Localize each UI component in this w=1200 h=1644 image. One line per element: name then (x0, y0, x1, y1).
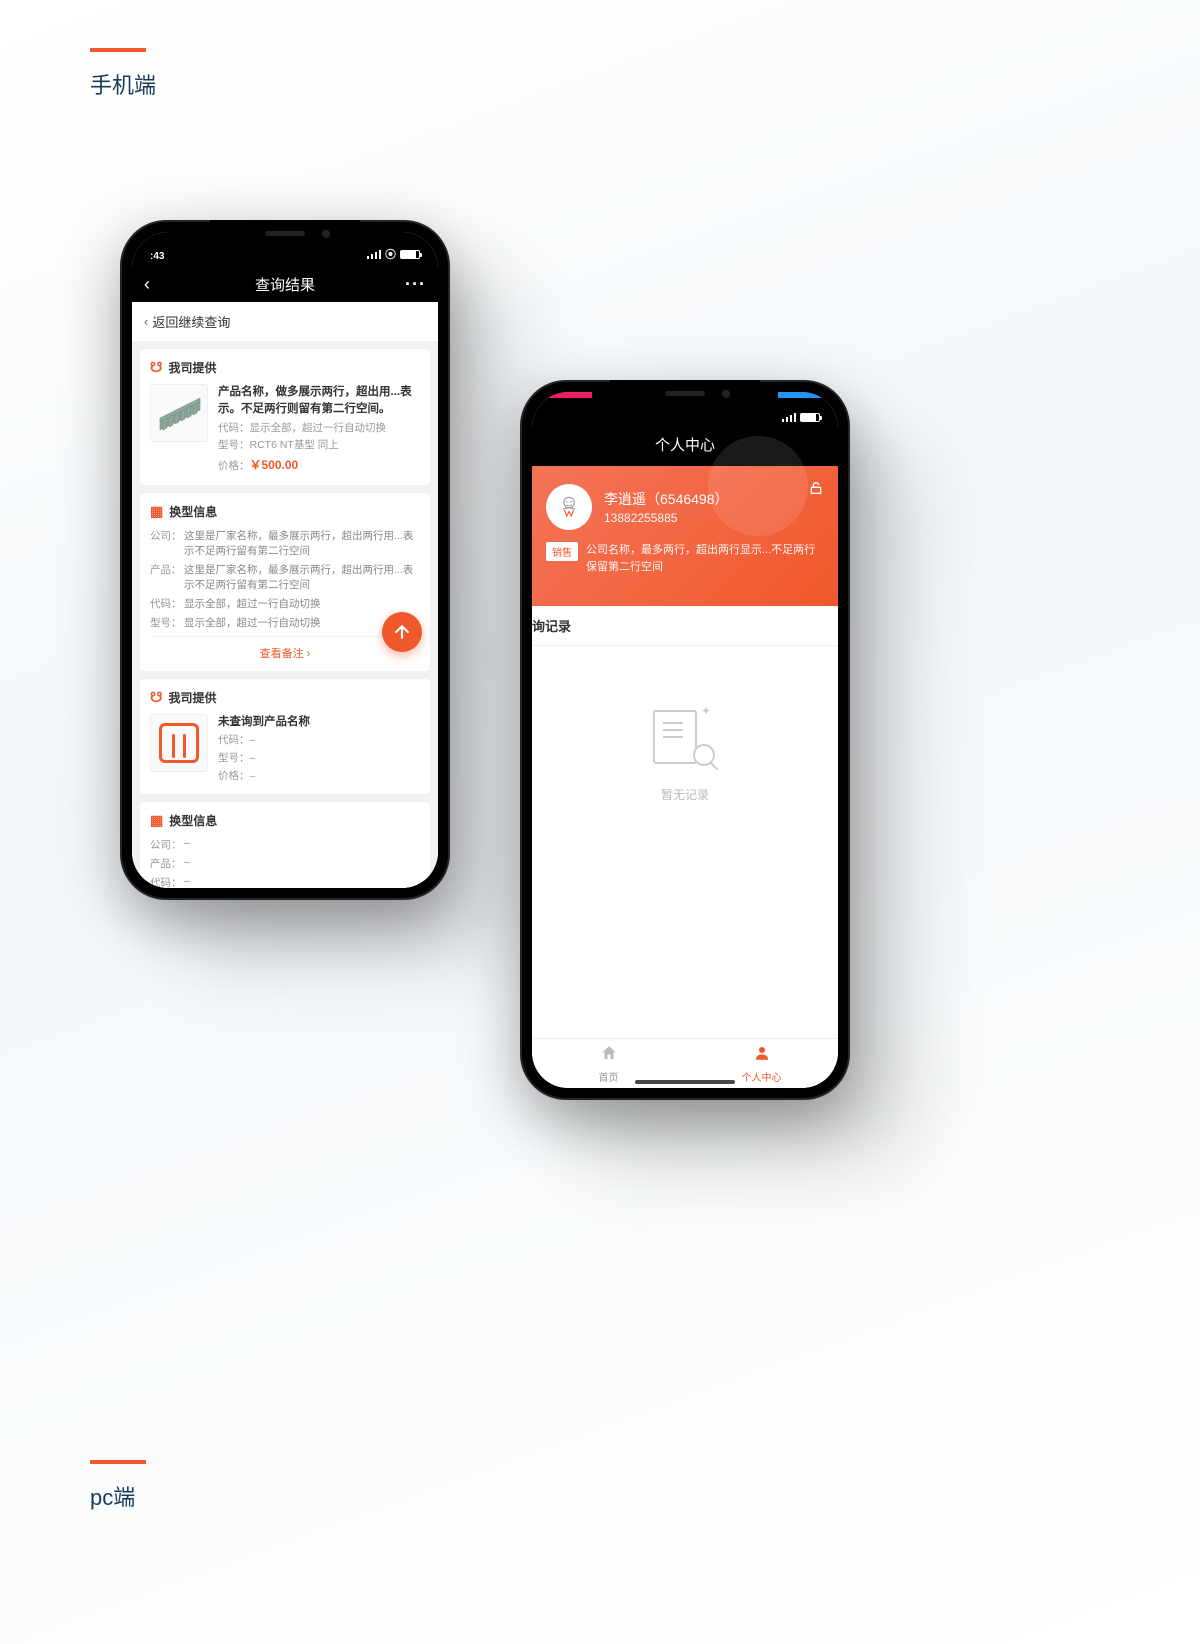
card-header: 我司提供 (168, 689, 216, 706)
page-title: 查询结果 (132, 274, 438, 295)
product-title: 未查询到产品名称 (218, 714, 420, 731)
user-name: 李逍遥（6546498） (604, 489, 824, 509)
person-icon (753, 1044, 771, 1067)
empty-state: ✦ 暂无记录 (532, 646, 838, 863)
back-icon[interactable]: ‹ (144, 274, 150, 295)
section-pc-label: pc端 (90, 1460, 146, 1512)
nav-bar: ‹ 查询结果 ··· (132, 266, 438, 302)
phone-notch (210, 220, 360, 246)
profile-card: 李逍遥（6546498） 13882255885 销售 公司名称，最多两行，超出… (532, 466, 838, 606)
transform-info-card-empty: ▦ 换型信息 公司：– 产品：– 代码：– 型号：– (140, 802, 430, 888)
signal-icon (782, 413, 796, 422)
product-thumbnail-placeholder (150, 714, 208, 772)
card-header: 我司提供 (168, 359, 216, 376)
role-badge: 销售 (546, 542, 578, 561)
section-mobile-label: 手机端 (90, 48, 156, 100)
records-header: 询记录 (532, 606, 838, 646)
status-time: :43 (150, 251, 164, 262)
transform-icon: ▦ (150, 503, 163, 520)
card-header: 换型信息 (169, 503, 217, 520)
user-phone: 13882255885 (604, 511, 824, 525)
scroll-top-button[interactable] (382, 612, 422, 652)
avatar[interactable] (546, 484, 592, 530)
home-icon (600, 1044, 618, 1067)
product-price: ￥500.00 (250, 458, 299, 472)
card-header: 换型信息 (169, 812, 217, 829)
lock-icon[interactable] (808, 480, 824, 499)
product-card: ☋ 我司提供 产品名称，做多展示两行，超出用...表 (140, 349, 430, 485)
signal-icon (367, 250, 381, 259)
provide-icon: ☋ (150, 689, 162, 706)
product-thumbnail[interactable] (150, 384, 208, 442)
chevron-left-icon: ‹ (144, 314, 148, 329)
back-link[interactable]: ‹ 返回继续查询 (132, 302, 438, 341)
phone-mockup-right: 个人中心 李逍遥（6546498） 13882255885 销售 公司名称，最多… (520, 380, 850, 1100)
product-title: 产品名称，做多展示两行，超出用...表示。不足两行则留有第二行空间。 (218, 384, 420, 419)
company-name: 公司名称，最多两行，超出两行显示...不足两行保留第二行空间 (586, 542, 824, 575)
wifi-icon: ⦿ (385, 246, 396, 262)
accent-bar (90, 1460, 146, 1464)
empty-records-icon: ✦ (653, 706, 717, 770)
accent-bar (90, 48, 146, 52)
home-indicator (635, 1080, 735, 1084)
view-note-link[interactable]: 查看备注 › (150, 636, 420, 661)
product-card-empty: ☋ 我司提供 未查询到产品名称 代码：– 型号：– 价格：– (140, 679, 430, 795)
battery-icon (800, 413, 820, 422)
more-icon[interactable]: ··· (405, 274, 426, 295)
transform-icon: ▦ (150, 812, 163, 829)
empty-text: 暂无记录 (532, 786, 838, 803)
provide-icon: ☋ (150, 359, 162, 376)
phone-mockup-left: :43 ⦿ ‹ 查询结果 ··· ‹ 返回继续查询 ☋ 我司提供 (120, 220, 450, 900)
phone-notch (610, 380, 760, 406)
battery-icon (400, 250, 420, 259)
